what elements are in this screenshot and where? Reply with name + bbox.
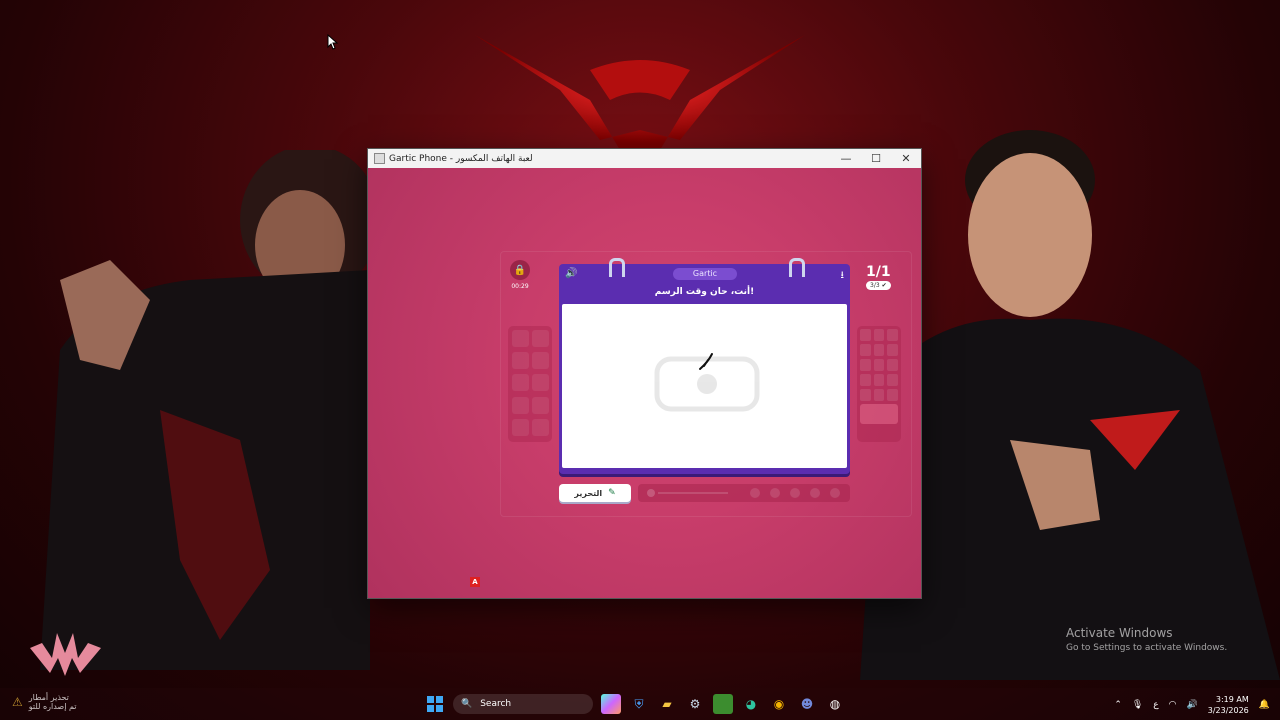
gartic-window: Gartic Phone - لعبة الهاتف المكسور — ☐ ✕…: [368, 149, 921, 598]
discord-icon[interactable]: ☻: [797, 694, 817, 714]
speaker-icon[interactable]: 🔊: [565, 268, 577, 279]
color-swatch[interactable]: [887, 359, 898, 371]
redo-tool[interactable]: [532, 418, 549, 436]
binder-ring-icon: [789, 258, 805, 277]
gartic-brand: Gartic: [673, 268, 737, 280]
desktop-logo: [30, 633, 101, 676]
line-tool[interactable]: [532, 396, 549, 414]
color-swatch[interactable]: [860, 359, 871, 371]
round-indicator: 1/1 3/3 ✔: [866, 264, 891, 290]
defender-icon[interactable]: ⛨: [629, 694, 649, 714]
download-icon[interactable]: ⭳: [841, 268, 845, 285]
taskbar-apps: 🔍 Search ⛨ ▰ ⚙ ◕ ◉ ☻ ◍: [425, 694, 845, 714]
copilot-icon[interactable]: [601, 694, 621, 714]
maximize-button[interactable]: ☐: [861, 152, 891, 165]
color-swatch[interactable]: [860, 344, 871, 356]
user-stroke: [699, 353, 713, 370]
game-area: 🔒 00:29 1/1 3/3 ✔ 🔊 Gartic ⭳ أنت، حان وق…: [368, 168, 921, 598]
color-swatch[interactable]: [887, 344, 898, 356]
volume-icon[interactable]: 🔊: [1187, 700, 1198, 710]
timer-value: 00:29: [511, 283, 529, 290]
color-swatch[interactable]: [873, 344, 885, 356]
wifi-icon[interactable]: ◠: [1169, 700, 1177, 710]
brush-size-option[interactable]: [790, 488, 800, 498]
selected-color[interactable]: [860, 404, 898, 424]
window-titlebar[interactable]: Gartic Phone - لعبة الهاتف المكسور — ☐ ✕: [368, 149, 921, 168]
color-swatch[interactable]: [873, 389, 885, 401]
players-done: 3/3: [870, 282, 880, 289]
circle-tool[interactable]: [512, 374, 529, 392]
color-swatch[interactable]: [873, 359, 885, 371]
draw-prompt: أنت، حان وقت الرسم!: [654, 287, 755, 297]
ellipse-tool[interactable]: [512, 396, 529, 414]
gartic-app-icon[interactable]: ◍: [825, 694, 845, 714]
mouse-cursor-icon: [327, 34, 339, 50]
search-placeholder: Search: [480, 699, 512, 709]
activate-title: Activate Windows: [1066, 626, 1173, 640]
file-explorer-icon[interactable]: ▰: [657, 694, 677, 714]
person-right-image: [860, 130, 1280, 680]
color-swatch[interactable]: [887, 329, 898, 341]
players-done-badge: 3/3 ✔: [866, 281, 891, 290]
brush-size-option[interactable]: [750, 488, 760, 498]
slider-knob[interactable]: [647, 489, 655, 497]
clock[interactable]: 3:19 AM 3/23/2026: [1208, 694, 1249, 716]
pencil-icon: ✎: [608, 488, 616, 498]
clock-date: 3/23/2026: [1207, 706, 1249, 715]
opacity-slider[interactable]: [658, 492, 728, 494]
color-swatch[interactable]: [860, 389, 871, 401]
chrome-icon[interactable]: ◉: [769, 694, 789, 714]
minimize-button[interactable]: —: [831, 152, 861, 165]
color-palette: [857, 326, 901, 442]
drawing-canvas[interactable]: [562, 304, 847, 468]
window-title: Gartic Phone - لعبة الهاتف المكسور: [389, 153, 533, 164]
pencil-tool[interactable]: [512, 330, 529, 347]
timer: 🔒 00:29: [509, 260, 531, 290]
round-count: 1/1: [866, 264, 891, 280]
color-swatch[interactable]: [887, 389, 898, 401]
clock-time: 3:19 AM: [1215, 695, 1249, 704]
drawing-card: 🔊 Gartic ⭳ أنت، حان وقت الرسم!: [559, 258, 850, 474]
brush-size-bar: [638, 484, 850, 502]
card-header: 🔊 Gartic ⭳ أنت، حان وقت الرسم!: [559, 258, 850, 304]
color-swatch[interactable]: [860, 329, 871, 341]
undo-tool[interactable]: [512, 418, 529, 436]
brush-size-option[interactable]: [810, 488, 820, 498]
letter-badge: A: [470, 577, 480, 587]
microphone-icon[interactable]: 🎙: [1132, 700, 1143, 710]
color-swatch[interactable]: [873, 374, 885, 386]
square-fill-tool[interactable]: [532, 374, 549, 392]
steam-icon[interactable]: ⚙: [685, 694, 705, 714]
brush-size-option[interactable]: [770, 488, 780, 498]
done-button[interactable]: التحرير ✎: [559, 484, 631, 502]
search-icon: 🔍: [461, 699, 473, 709]
windows-start-icon[interactable]: [425, 694, 445, 714]
brush-size-option[interactable]: [830, 488, 840, 498]
close-button[interactable]: ✕: [891, 152, 921, 165]
minecraft-icon[interactable]: [713, 694, 733, 714]
system-tray: ⌃ 🎙 ع ◠ 🔊 3:19 AM 3/23/2026 🔔: [1114, 694, 1270, 716]
fill-tool[interactable]: [512, 352, 529, 370]
wallpaper-logo: [475, 35, 805, 155]
eraser-tool[interactable]: [532, 330, 549, 347]
color-swatch[interactable]: [860, 374, 871, 386]
color-swatch[interactable]: [873, 329, 885, 341]
app-icon: [374, 153, 385, 164]
taskbar-search[interactable]: 🔍 Search: [453, 694, 593, 714]
activate-subtitle: Go to Settings to activate Windows.: [1066, 643, 1228, 653]
activate-windows-watermark: Activate Windows Go to Settings to activ…: [1066, 626, 1227, 653]
binder-ring-icon: [609, 258, 625, 277]
chevron-up-icon[interactable]: ⌃: [1114, 700, 1122, 710]
tool-panel: [508, 326, 552, 442]
language-indicator[interactable]: ع: [1153, 700, 1158, 710]
color-swatch[interactable]: [887, 374, 898, 386]
edge-icon[interactable]: ◕: [741, 694, 761, 714]
notification-bell-icon[interactable]: 🔔: [1259, 700, 1270, 710]
person-left-image: [40, 150, 370, 670]
rectangle-tool[interactable]: [532, 352, 549, 370]
done-button-label: التحرير: [574, 488, 603, 498]
lock-icon: 🔒: [510, 260, 530, 280]
